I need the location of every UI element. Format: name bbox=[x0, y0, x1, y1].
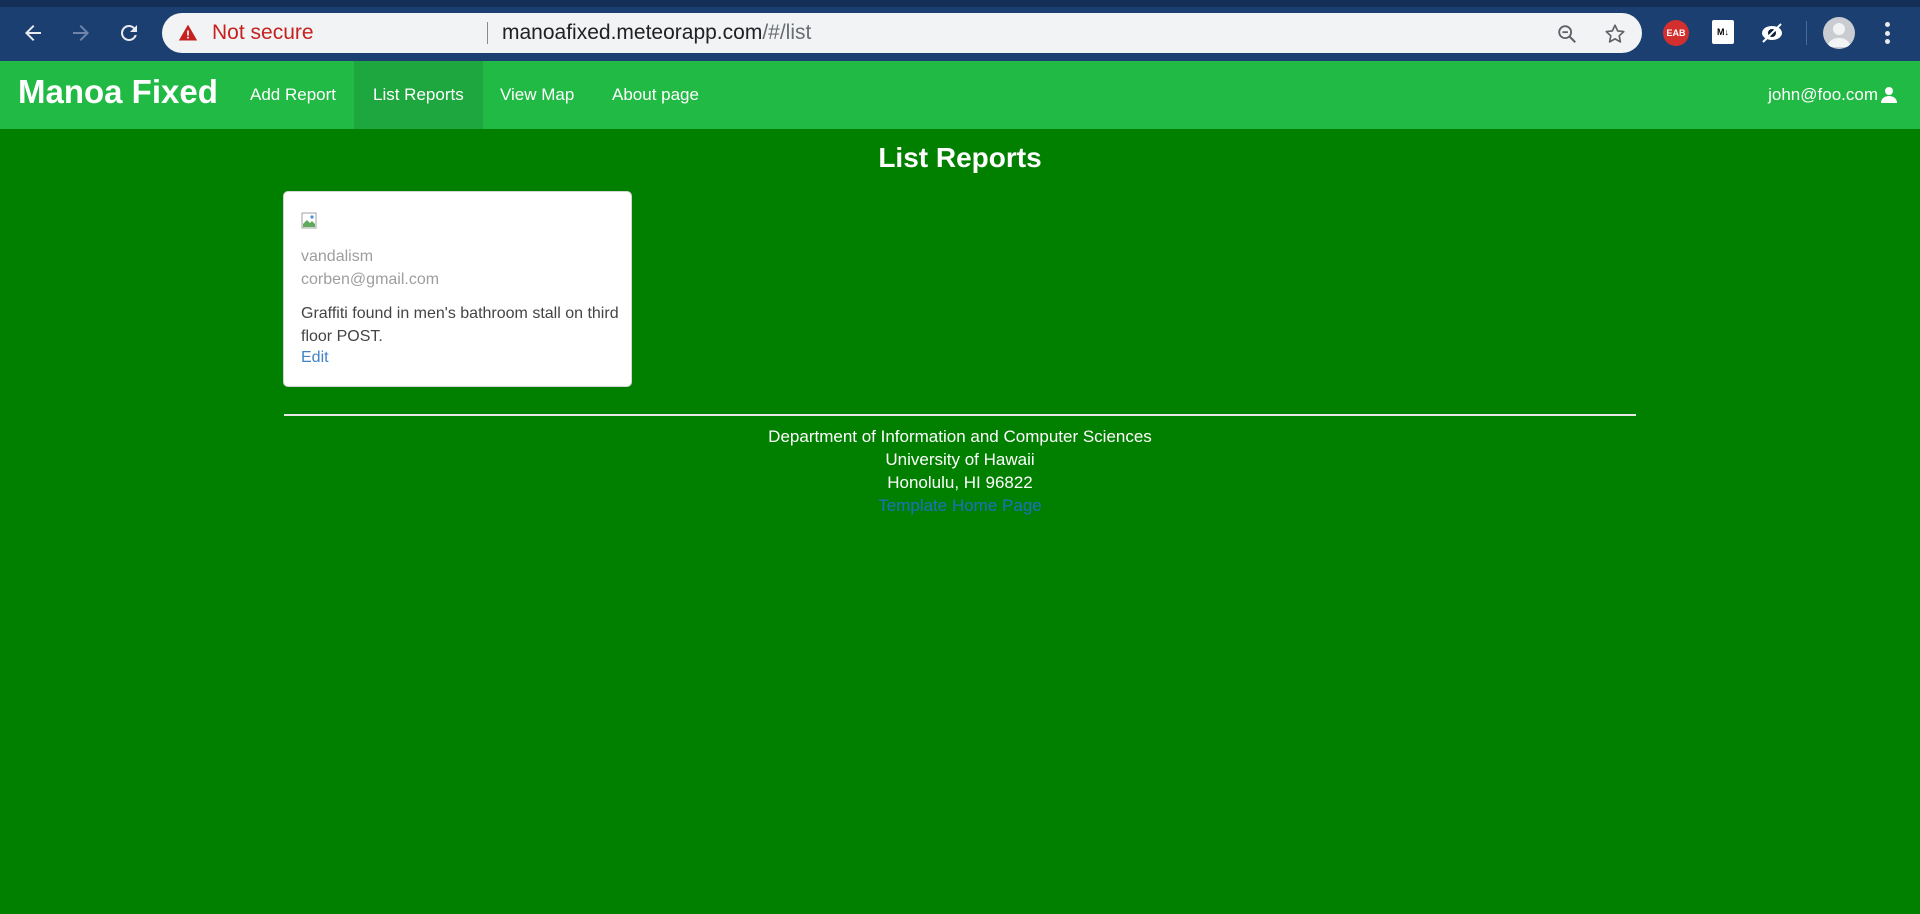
reload-icon bbox=[121, 24, 137, 41]
omnibox-separator bbox=[487, 22, 488, 44]
page-title: List Reports bbox=[878, 142, 1042, 173]
zoom-button[interactable] bbox=[1554, 21, 1580, 47]
tab-strip bbox=[0, 0, 1920, 7]
user-icon bbox=[1881, 87, 1897, 103]
app-navbar: Manoa Fixed Add Report List Reports View… bbox=[0, 61, 1920, 129]
back-arrow-icon bbox=[25, 25, 41, 41]
address-bar[interactable]: Not secure manoafixed.meteorapp.com/#/li… bbox=[162, 13, 1642, 53]
url-host: manoafixed.meteorapp.com bbox=[502, 21, 763, 44]
forward-arrow-icon bbox=[73, 25, 89, 41]
back-button[interactable] bbox=[16, 16, 50, 50]
edit-link[interactable]: Edit bbox=[301, 349, 329, 367]
reload-button[interactable] bbox=[112, 16, 146, 50]
menu-dot bbox=[1884, 22, 1890, 27]
browser-toolbar: Not secure manoafixed.meteorapp.com/#/li… bbox=[0, 0, 1920, 61]
eab-extension-icon[interactable]: EAB bbox=[1663, 20, 1689, 46]
footer-department: Department of Information and Computer S… bbox=[768, 427, 1152, 446]
nav-add-report[interactable]: Add Report bbox=[230, 61, 356, 129]
menu-dot bbox=[1884, 39, 1890, 44]
toolbar-separator bbox=[1806, 21, 1807, 45]
report-card: vandalism corben@gmail.com Graffiti foun… bbox=[283, 191, 632, 387]
footer-divider bbox=[284, 414, 1636, 416]
url-path: /#/list bbox=[762, 21, 812, 44]
forward-button[interactable] bbox=[64, 16, 98, 50]
zoom-out-icon bbox=[1558, 25, 1576, 43]
report-description: Graffiti found in men's bathroom stall o… bbox=[301, 305, 619, 345]
footer-address: Honolulu, HI 96822 bbox=[887, 473, 1033, 492]
nav-view-map[interactable]: View Map bbox=[480, 61, 594, 129]
footer: Department of Information and Computer S… bbox=[0, 425, 1920, 517]
brand-logo[interactable]: Manoa Fixed bbox=[18, 73, 218, 111]
warning-icon bbox=[178, 24, 198, 41]
broken-image-icon bbox=[301, 212, 317, 229]
user-dropdown[interactable]: john@foo.com bbox=[1768, 85, 1898, 105]
extension-icon[interactable] bbox=[1759, 20, 1785, 46]
url-text[interactable]: manoafixed.meteorapp.com/#/list bbox=[502, 21, 811, 45]
report-category: vandalism bbox=[301, 248, 374, 265]
bookmark-button[interactable] bbox=[1602, 21, 1628, 47]
nav-about-page[interactable]: About page bbox=[592, 61, 719, 129]
template-home-link[interactable]: Template Home Page bbox=[878, 496, 1041, 515]
eye-extension-icon bbox=[1762, 23, 1782, 43]
markdown-extension-label: M↓ bbox=[1717, 27, 1729, 37]
footer-university: University of Hawaii bbox=[885, 450, 1035, 469]
menu-dot bbox=[1884, 30, 1890, 36]
not-secure-label[interactable]: Not secure bbox=[212, 21, 314, 45]
browser-menu-button[interactable] bbox=[1874, 19, 1900, 47]
report-email: corben@gmail.com bbox=[301, 271, 440, 288]
profile-avatar[interactable] bbox=[1823, 17, 1855, 49]
nav-list-reports[interactable]: List Reports bbox=[354, 61, 483, 129]
markdown-extension-icon[interactable]: M↓ bbox=[1712, 20, 1734, 44]
star-icon bbox=[1605, 24, 1625, 43]
person-icon bbox=[1827, 23, 1851, 47]
eab-extension-label: EAB bbox=[1666, 28, 1686, 38]
user-email: john@foo.com bbox=[1768, 85, 1878, 104]
